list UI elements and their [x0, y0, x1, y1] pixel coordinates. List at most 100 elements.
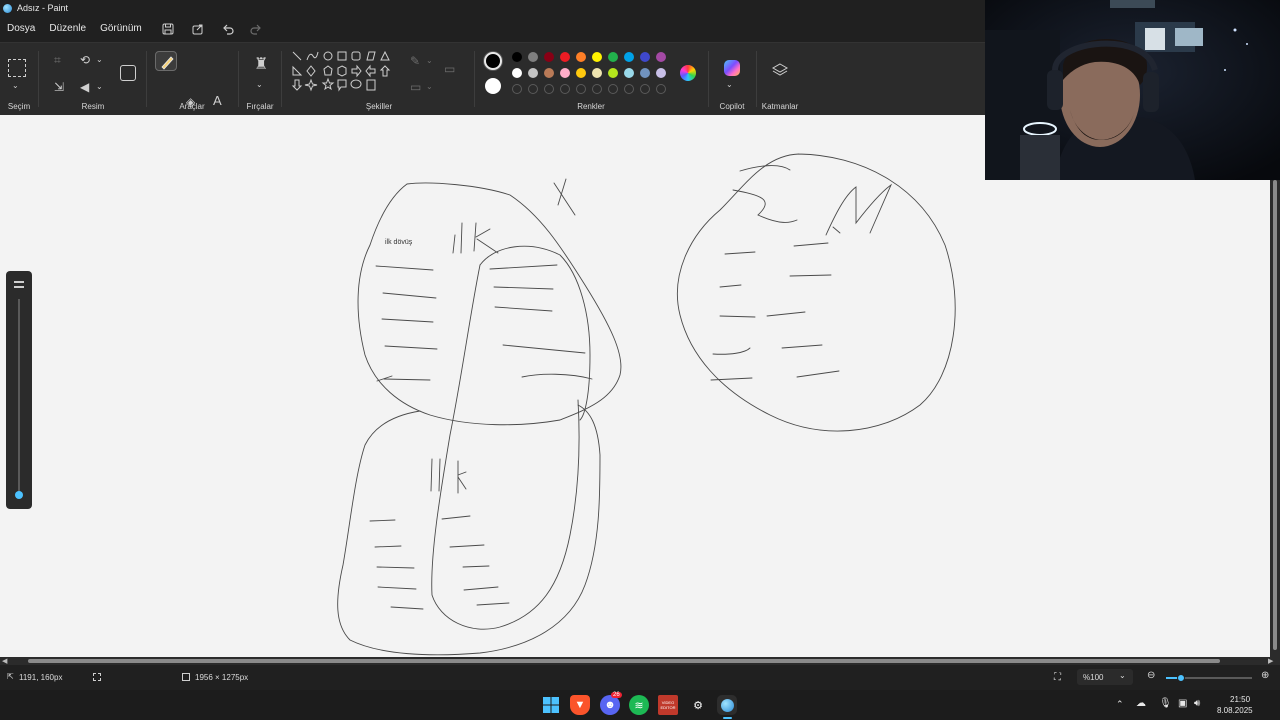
custom-color-slot[interactable]	[592, 84, 602, 94]
divider	[474, 51, 475, 107]
panel-handle-icon[interactable]	[14, 281, 24, 288]
resize-icon[interactable]: ⇲	[54, 81, 64, 93]
fill-icon[interactable]: ◈	[186, 96, 195, 108]
cursor-position: 1191, 160px	[19, 673, 63, 682]
image-group: ⌗ ⟲ ⌄ ⇲ ◀ ⌄ Resim	[40, 43, 146, 116]
color-swatch[interactable]	[576, 68, 586, 78]
primary-color[interactable]	[484, 52, 502, 70]
color-wheel-icon[interactable]	[680, 65, 696, 81]
share-icon[interactable]	[187, 18, 209, 40]
color-swatch[interactable]	[528, 68, 538, 78]
color-swatch[interactable]	[544, 52, 554, 62]
horizontal-scroll-thumb[interactable]	[28, 659, 1220, 663]
discord-icon[interactable]: ☻ 26	[600, 692, 622, 715]
chevron-down-icon[interactable]: ⌄	[12, 80, 19, 92]
copilot-icon[interactable]	[724, 60, 740, 76]
scroll-right-icon[interactable]: ▶	[1268, 657, 1273, 665]
custom-color-slot[interactable]	[576, 84, 586, 94]
clock-time[interactable]: 21:50	[1230, 695, 1250, 704]
fit-to-window-icon[interactable]: ⛶	[1054, 672, 1061, 683]
divider	[38, 51, 39, 107]
divider	[238, 51, 239, 107]
horizontal-scrollbar[interactable]: ◀ ▶	[0, 657, 1280, 665]
custom-color-slot[interactable]	[528, 84, 538, 94]
color-swatch[interactable]	[656, 68, 666, 78]
redo-icon[interactable]	[245, 18, 267, 40]
shape-size-icon[interactable]: ▭	[444, 63, 455, 75]
flip-icon[interactable]: ◀	[80, 81, 89, 93]
color-swatch[interactable]	[656, 52, 666, 62]
zoom-slider-track[interactable]	[18, 299, 20, 495]
zoom-in-icon[interactable]: ⊕	[1261, 670, 1269, 681]
custom-color-slot[interactable]	[640, 84, 650, 94]
menu-edit[interactable]: Düzenle	[42, 16, 93, 42]
chevron-down-icon[interactable]: ⌄	[426, 81, 433, 93]
pencil-tool-button[interactable]	[155, 51, 177, 71]
chevron-down-icon[interactable]: ⌄	[96, 81, 103, 93]
custom-color-slot[interactable]	[656, 84, 666, 94]
network-icon[interactable]: ▣	[1178, 698, 1187, 709]
color-swatch[interactable]	[576, 52, 586, 62]
brave-browser-icon[interactable]: ▼	[570, 695, 590, 715]
save-icon[interactable]	[157, 18, 179, 40]
custom-color-slot[interactable]	[560, 84, 570, 94]
menu-view[interactable]: Görünüm	[93, 16, 149, 42]
fill-style-icon[interactable]: ▭	[410, 81, 421, 93]
chevron-down-icon[interactable]: ⌄	[726, 79, 733, 91]
divider	[146, 51, 147, 107]
zoom-level-select[interactable]: %100 ⌄	[1077, 669, 1133, 685]
color-swatch[interactable]	[592, 68, 602, 78]
drawing-canvas[interactable]: ilk dövüş	[0, 115, 1280, 657]
zoom-slider-thumb[interactable]	[15, 491, 23, 499]
color-swatch[interactable]	[640, 52, 650, 62]
vertical-scrollbar[interactable]	[1270, 180, 1280, 657]
custom-color-slot[interactable]	[608, 84, 618, 94]
chevron-down-icon[interactable]: ⌄	[96, 54, 103, 66]
menu-file[interactable]: Dosya	[0, 16, 42, 42]
chevron-down-icon[interactable]: ⌄	[426, 55, 433, 67]
tray-chevron-up-icon[interactable]: ⌃	[1116, 699, 1124, 710]
vertical-scroll-thumb[interactable]	[1273, 180, 1277, 650]
clock-date[interactable]: 8.08.2025	[1217, 706, 1253, 715]
zoom-out-icon[interactable]: ⊖	[1147, 670, 1155, 681]
brush-icon[interactable]: ♜	[254, 57, 268, 73]
crop-icon[interactable]: ⌗	[54, 54, 61, 66]
selection-icon[interactable]	[8, 59, 26, 77]
text-tool-icon[interactable]: A	[213, 94, 222, 107]
undo-icon[interactable]	[217, 18, 239, 40]
paint-app-icon[interactable]	[717, 695, 737, 715]
color-swatch[interactable]	[640, 68, 650, 78]
layers-icon[interactable]	[771, 63, 789, 79]
start-button-icon[interactable]	[541, 695, 561, 715]
color-swatch[interactable]	[560, 52, 570, 62]
rotate-icon[interactable]: ⟲	[80, 54, 90, 66]
color-swatch[interactable]	[512, 68, 522, 78]
zoom-slider-knob[interactable]	[1177, 674, 1185, 682]
microphone-icon[interactable]: 🎙︎	[1159, 698, 1172, 709]
color-swatch[interactable]	[624, 68, 634, 78]
color-swatch[interactable]	[608, 52, 618, 62]
color-swatch[interactable]	[592, 52, 602, 62]
spotify-icon[interactable]: ≋	[629, 695, 649, 715]
chevron-down-icon[interactable]: ⌄	[256, 79, 263, 91]
video-editor-icon[interactable]: VIDEO EDITOR	[658, 695, 678, 715]
canvas-note: ilk dövüş	[385, 239, 413, 246]
color-swatch[interactable]	[608, 68, 618, 78]
image-transform-icon[interactable]	[120, 65, 136, 81]
settings-app-icon[interactable]: ⚙	[688, 695, 708, 715]
custom-color-slot[interactable]	[512, 84, 522, 94]
custom-color-slot[interactable]	[544, 84, 554, 94]
onedrive-icon[interactable]: ☁	[1136, 698, 1146, 709]
secondary-color[interactable]	[485, 78, 501, 94]
color-swatch[interactable]	[560, 68, 570, 78]
shapes-gallery[interactable]	[290, 49, 398, 95]
scroll-left-icon[interactable]: ◀	[2, 657, 7, 665]
outline-icon[interactable]: ✎	[410, 55, 420, 67]
color-swatch[interactable]	[544, 68, 554, 78]
volume-icon[interactable]: 🔊︎	[1194, 698, 1200, 709]
color-swatch[interactable]	[528, 52, 538, 62]
color-swatch[interactable]	[624, 52, 634, 62]
color-swatch[interactable]	[512, 52, 522, 62]
zoom-slider[interactable]	[1166, 674, 1252, 682]
custom-color-slot[interactable]	[624, 84, 634, 94]
